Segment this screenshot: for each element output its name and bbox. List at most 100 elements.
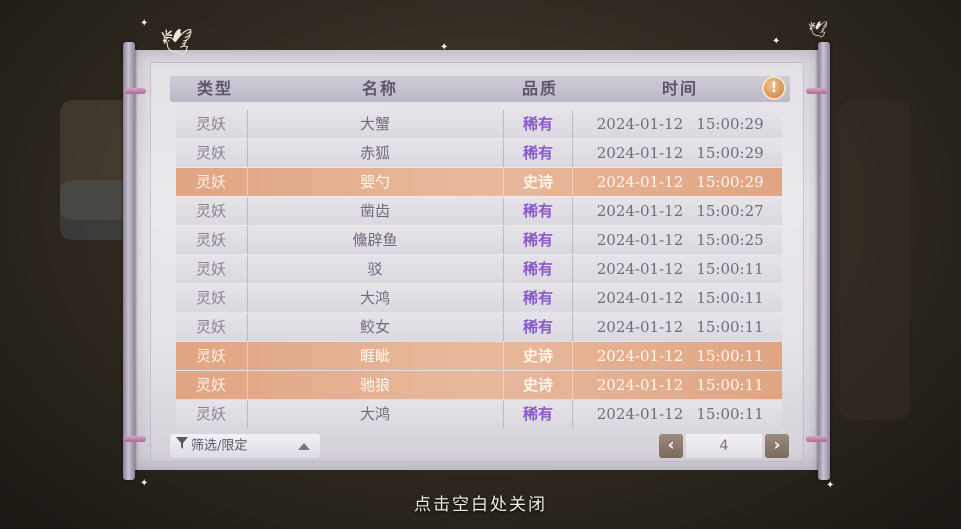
column-divider (572, 168, 573, 196)
scroll-rod-right (818, 42, 830, 480)
column-divider (503, 313, 504, 341)
filter-button[interactable]: 筛选/限定 (170, 434, 320, 458)
cell-name: 驳 (367, 260, 383, 278)
sparkle-icon: ✦ (772, 36, 781, 47)
cell-type: 灵妖 (195, 231, 226, 249)
cell-type: 灵妖 (195, 318, 226, 336)
cell-type: 灵妖 (195, 405, 226, 423)
table-row: 灵妖 驰狼 史诗 2024-01-12 15:00:11 (176, 371, 782, 399)
sparkle-icon: ✦ (140, 18, 149, 29)
cell-quality: 史诗 (522, 376, 553, 394)
column-divider (247, 168, 248, 196)
column-divider (503, 284, 504, 312)
column-divider (503, 371, 504, 399)
cell-quality: 稀有 (522, 144, 553, 162)
cell-clock: 15:00:25 (696, 231, 764, 249)
column-divider (247, 110, 248, 138)
column-divider (247, 342, 248, 370)
cell-name: 鲛女 (359, 318, 390, 336)
info-icon[interactable]: ! (762, 76, 786, 100)
column-divider (572, 400, 573, 428)
column-divider (572, 226, 573, 254)
cell-date: 2024-01-12 (596, 202, 684, 220)
page-number: 4 (686, 434, 762, 458)
cell-quality: 稀有 (522, 289, 553, 307)
cell-type: 灵妖 (195, 376, 226, 394)
cell-date: 2024-01-12 (596, 173, 684, 191)
table-row: 灵妖 儵辟鱼 稀有 2024-01-12 15:00:25 (176, 226, 782, 254)
header-name: 名称 (361, 79, 398, 98)
cell-type: 灵妖 (195, 115, 226, 133)
chevron-up-icon (298, 443, 310, 450)
column-divider (572, 197, 573, 225)
table-row: 灵妖 婴勺 史诗 2024-01-12 15:00:29 (176, 168, 782, 196)
column-divider (247, 371, 248, 399)
column-divider (503, 342, 504, 370)
close-hint[interactable]: 点击空白处关闭 (0, 490, 961, 515)
scroll-tip-left-bottom (124, 436, 146, 442)
column-divider (503, 400, 504, 428)
header-time: 时间 (661, 79, 698, 98)
cell-clock: 15:00:11 (696, 405, 764, 423)
cell-clock: 15:00:11 (696, 318, 764, 336)
cell-clock: 15:00:29 (696, 144, 764, 162)
cell-name: 婴勺 (359, 173, 390, 191)
table-row: 灵妖 凿齿 稀有 2024-01-12 15:00:27 (176, 197, 782, 225)
table-row: 灵妖 大鸿 稀有 2024-01-12 15:00:11 (176, 284, 782, 312)
column-divider (247, 255, 248, 283)
cell-type: 灵妖 (195, 347, 226, 365)
column-divider (247, 400, 248, 428)
cell-date: 2024-01-12 (596, 115, 684, 133)
swallow-icon: 🕊 (160, 28, 194, 58)
column-divider (572, 139, 573, 167)
cell-name: 大鸿 (359, 405, 390, 423)
cell-quality: 稀有 (522, 405, 553, 423)
column-divider (503, 197, 504, 225)
table-row: 灵妖 驳 稀有 2024-01-12 15:00:11 (176, 255, 782, 283)
cell-quality: 史诗 (522, 347, 553, 365)
column-divider (503, 226, 504, 254)
cell-date: 2024-01-12 (596, 231, 684, 249)
scroll-tip-left-top (124, 88, 146, 94)
cell-type: 灵妖 (195, 173, 226, 191)
cell-type: 灵妖 (195, 260, 226, 278)
cell-quality: 史诗 (522, 173, 553, 191)
next-page-button[interactable]: › (765, 434, 789, 458)
sparkle-icon: ✦ (440, 42, 449, 53)
column-divider (503, 168, 504, 196)
table-row: 灵妖 鲛女 稀有 2024-01-12 15:00:11 (176, 313, 782, 341)
cell-clock: 15:00:11 (696, 347, 764, 365)
cell-date: 2024-01-12 (596, 318, 684, 336)
cell-quality: 稀有 (522, 202, 553, 220)
cell-name: 赤狐 (359, 144, 390, 162)
cell-name: 大鸿 (359, 289, 390, 307)
column-divider (503, 139, 504, 167)
prev-page-button[interactable]: ‹ (659, 434, 683, 458)
table-header: 类型 名称 品质 时间 (170, 76, 790, 102)
table-row: 灵妖 赤狐 稀有 2024-01-12 15:00:29 (176, 139, 782, 167)
cell-quality: 稀有 (522, 231, 553, 249)
cell-clock: 15:00:27 (696, 202, 764, 220)
cell-type: 灵妖 (195, 202, 226, 220)
table-row: 灵妖 大鸿 稀有 2024-01-12 15:00:11 (176, 400, 782, 428)
scroll-tip-right-bottom (806, 436, 828, 442)
filter-label: 筛选/限定 (191, 438, 248, 454)
cell-name: 儵辟鱼 (352, 231, 398, 249)
column-divider (247, 284, 248, 312)
column-divider (572, 342, 573, 370)
cell-clock: 15:00:11 (696, 376, 764, 394)
table-row: 灵妖 睚眦 史诗 2024-01-12 15:00:11 (176, 342, 782, 370)
cell-type: 灵妖 (195, 144, 226, 162)
table-row: 灵妖 大蟹 稀有 2024-01-12 15:00:29 (176, 110, 782, 138)
column-divider (503, 110, 504, 138)
cell-clock: 15:00:11 (696, 260, 764, 278)
cell-quality: 稀有 (522, 260, 553, 278)
cell-date: 2024-01-12 (596, 405, 684, 423)
cell-clock: 15:00:29 (696, 115, 764, 133)
background-panel-right (840, 100, 910, 420)
sparkle-icon: ✦ (140, 478, 149, 489)
cell-date: 2024-01-12 (596, 260, 684, 278)
cell-clock: 15:00:29 (696, 173, 764, 191)
column-divider (572, 110, 573, 138)
cell-quality: 稀有 (522, 115, 553, 133)
